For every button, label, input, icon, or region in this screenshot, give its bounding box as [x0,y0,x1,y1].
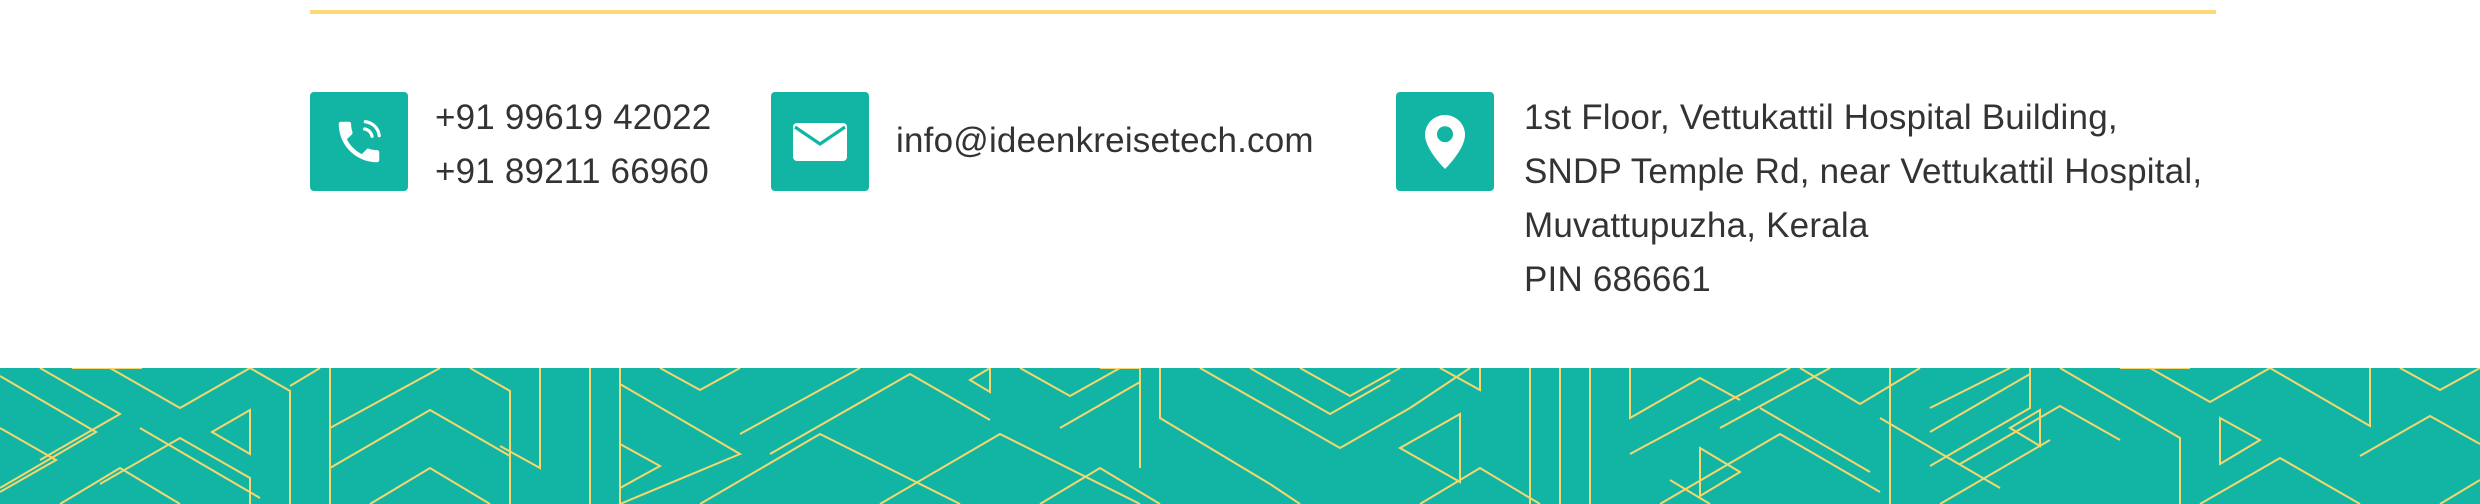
phone-number-primary[interactable]: +91 99619 42022 [435,91,711,145]
address-line-4: PIN 686661 [1524,260,1711,299]
phone-number-secondary[interactable]: +91 89211 66960 [435,145,711,199]
decorative-pattern-band [0,368,2480,504]
address-line-1: 1st Floor, Vettukattil Hospital Building… [1524,98,2118,137]
address-line-3: Muvattupuzha, Kerala [1524,206,1869,245]
address-line-2: SNDP Temple Rd, near Vettukattil Hospita… [1524,152,2203,191]
geometric-pattern [0,368,2480,504]
contact-email: info@ideenkreisetech.com [771,92,1314,191]
map-pin-icon [1396,92,1494,191]
envelope-icon [771,92,869,191]
email-link[interactable]: info@ideenkreisetech.com [896,114,1314,168]
phone-icon [310,92,408,191]
divider-line [310,10,2216,14]
contact-phone: +91 99619 42022 +91 89211 66960 [310,92,711,199]
contact-address: 1st Floor, Vettukattil Hospital Building… [1396,92,2202,307]
